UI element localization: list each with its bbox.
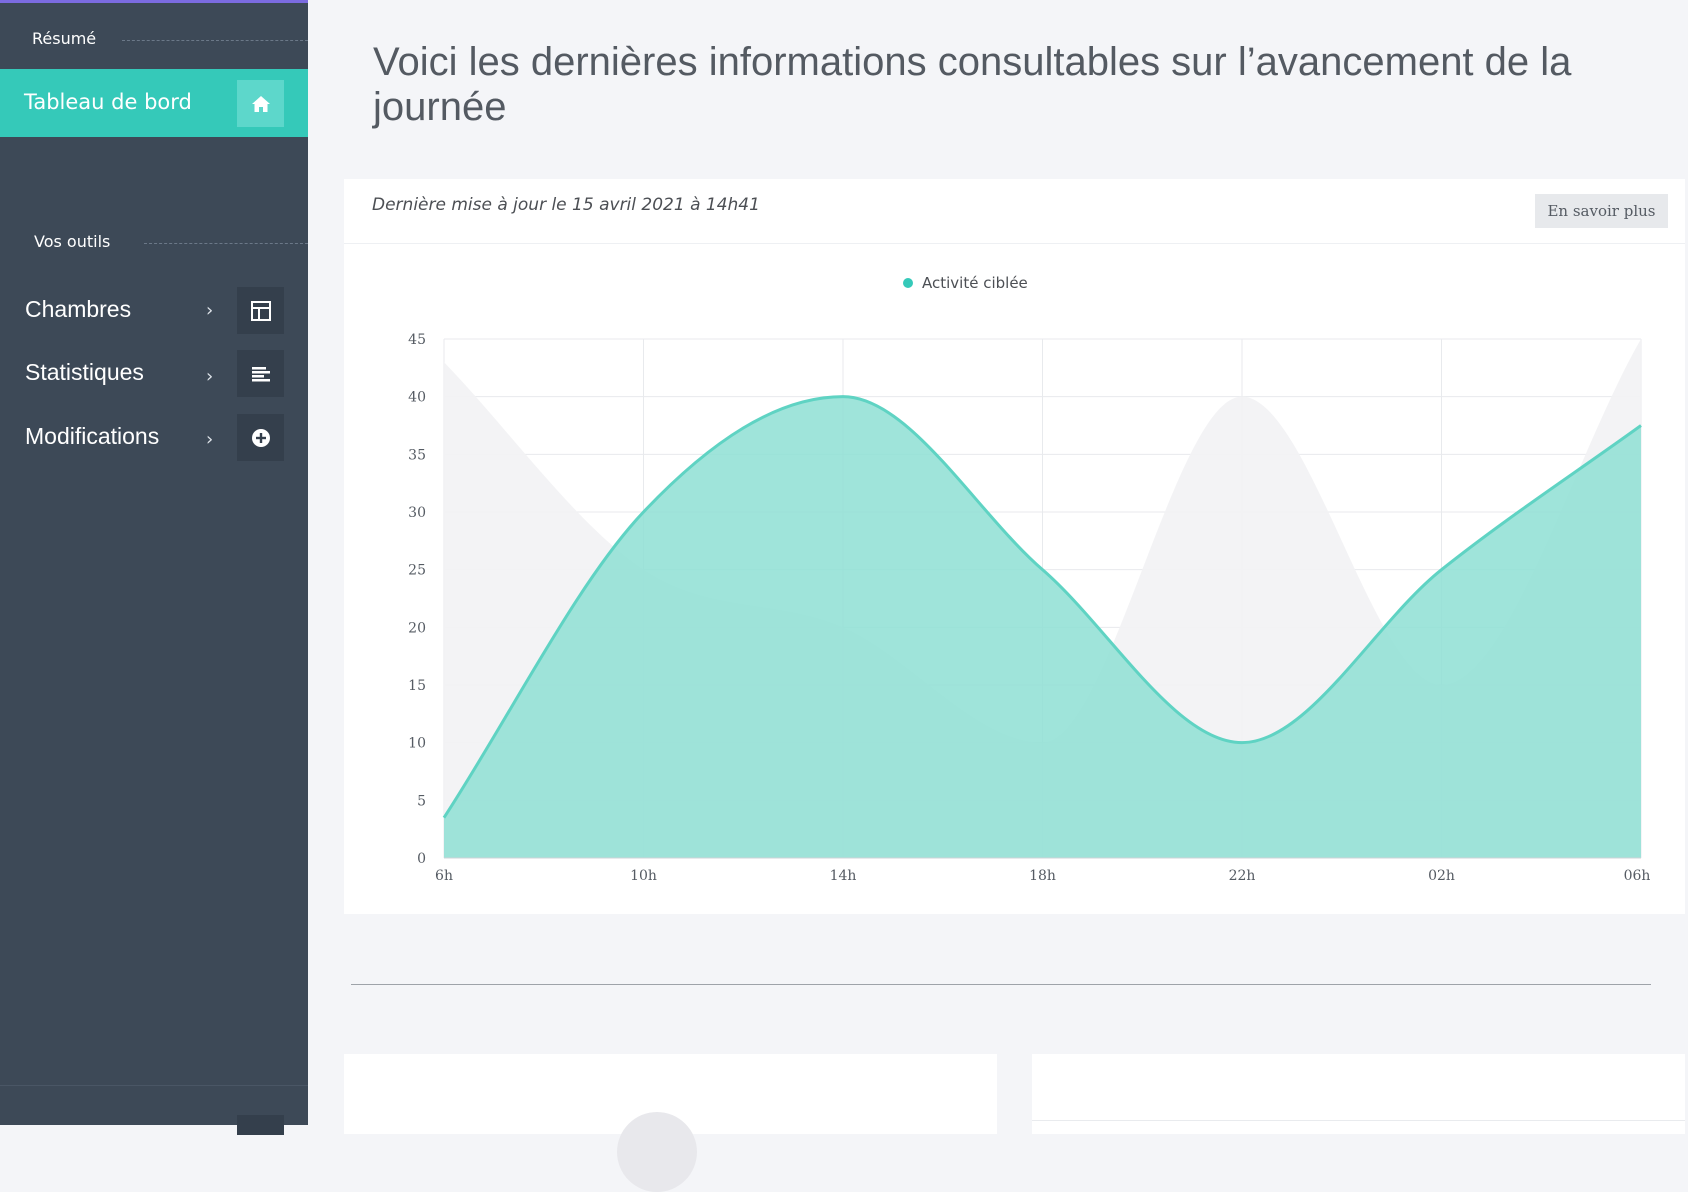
home-icon xyxy=(237,80,284,127)
y-tick-label: 5 xyxy=(417,793,426,809)
section-divider xyxy=(144,243,308,244)
sidebar: Résumé Tableau de bord Vos outils Chambr… xyxy=(0,0,308,1135)
sidebar-item-label: Modifications xyxy=(25,423,160,449)
y-tick-label: 15 xyxy=(408,678,426,694)
x-tick-label: 10h xyxy=(630,868,657,884)
section-divider xyxy=(122,40,308,41)
card-divider xyxy=(1032,1120,1685,1121)
x-tick-label: 02h xyxy=(1428,868,1455,884)
chevron-right-icon: › xyxy=(206,366,214,387)
sidebar-item-chambres[interactable]: Chambres › xyxy=(0,286,308,336)
y-tick-label: 35 xyxy=(408,447,426,463)
sidebar-item-statistiques[interactable]: Statistiques › xyxy=(0,349,308,399)
y-tick-label: 10 xyxy=(408,736,426,752)
legend-label: Activité ciblée xyxy=(922,274,1028,292)
bottom-card-right xyxy=(1032,1054,1685,1134)
chevron-right-icon: › xyxy=(206,429,214,450)
page-title: Voici les dernières informations consult… xyxy=(373,40,1572,129)
sidebar-item-label: Tableau de bord xyxy=(24,90,192,114)
tools-section-title: Vos outils xyxy=(34,232,111,251)
y-tick-label: 30 xyxy=(408,505,426,521)
section-divider xyxy=(351,984,1651,985)
x-tick-label: 06h xyxy=(1624,868,1651,884)
sidebar-item-label: Statistiques xyxy=(25,359,144,385)
sidebar-item-dashboard[interactable]: Tableau de bord xyxy=(0,69,308,137)
loading-placeholder xyxy=(617,1112,697,1192)
layout-icon xyxy=(237,287,284,334)
y-tick-label: 25 xyxy=(408,563,426,579)
x-tick-label: 22h xyxy=(1229,868,1256,884)
y-tick-label: 0 xyxy=(417,851,426,867)
summary-section-title: Résumé xyxy=(32,29,97,48)
sidebar-divider xyxy=(0,1085,308,1086)
bottom-card-left xyxy=(344,1054,997,1192)
sidebar-footer-button[interactable] xyxy=(237,1115,284,1135)
y-tick-label: 20 xyxy=(408,620,426,636)
x-tick-label: 6h xyxy=(435,868,453,884)
activity-card: Dernière mise à jour le 15 avril 2021 à … xyxy=(344,179,1685,914)
plus-circle-icon xyxy=(237,414,284,461)
y-tick-label: 45 xyxy=(408,332,426,348)
y-tick-label: 40 xyxy=(408,390,426,406)
align-left-icon xyxy=(237,350,284,397)
x-tick-label: 18h xyxy=(1029,868,1056,884)
activity-chart: 0 5 10 15 20 25 30 35 40 45 6h 10h 14h 18h 22h 02h 06h Ac… xyxy=(408,274,1651,884)
x-tick-label: 14h xyxy=(830,868,857,884)
chevron-right-icon: › xyxy=(206,300,214,321)
sidebar-item-label: Chambres xyxy=(25,296,132,322)
sidebar-item-modifications[interactable]: Modifications › xyxy=(0,413,308,463)
legend-marker xyxy=(903,278,913,288)
